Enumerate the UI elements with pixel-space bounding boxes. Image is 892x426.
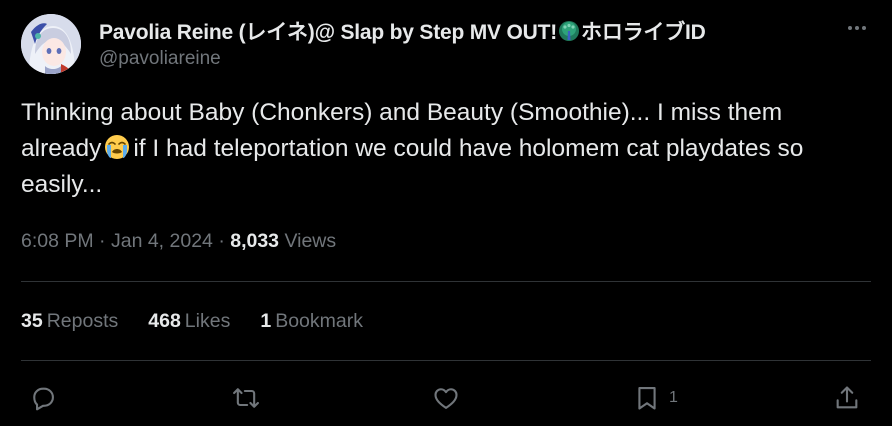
author-handle[interactable]: @pavoliareine [99, 48, 221, 70]
views-label: Views [284, 230, 337, 252]
author-display-name-suffix[interactable]: ホロライブID [581, 16, 706, 46]
repost-button[interactable] [231, 376, 261, 420]
tweet-meta: 6:08 PM · Jan 4, 2024 · 8,033 Views [21, 230, 336, 253]
reposts-label: Reposts [46, 310, 119, 332]
avatar[interactable] [21, 14, 81, 74]
bookmarks-count: 1 [260, 310, 272, 332]
heart-icon [434, 388, 458, 409]
like-button[interactable] [431, 376, 461, 420]
tweet-text: Thinking about Baby (Chonkers) and Beaut… [21, 95, 861, 203]
divider-bottom [21, 360, 871, 361]
likes-label: Likes [184, 310, 231, 332]
more-dots-icon [848, 26, 866, 30]
share-icon [836, 386, 858, 409]
more-options-button[interactable] [843, 16, 871, 40]
meta-separator: · [99, 230, 106, 252]
likes-count: 468 [148, 310, 181, 332]
repost-icon [233, 388, 259, 408]
author-name-row[interactable]: Pavolia Reine (レイネ)@ Slap by Step MV OUT… [99, 16, 706, 46]
views-count: 8,033 [230, 230, 280, 252]
peacock-icon [558, 20, 580, 42]
tweet-detail: Pavolia Reine (レイネ)@ Slap by Step MV OUT… [0, 0, 892, 426]
divider-top [21, 281, 871, 282]
reply-icon [33, 387, 54, 411]
loudly-crying-face-icon [104, 134, 130, 160]
action-bar: 1 [0, 376, 892, 420]
tweet-date[interactable]: Jan 4, 2024 [111, 230, 213, 252]
bookmarks-label: Bookmark [275, 310, 363, 332]
meta-separator-2: · [218, 230, 225, 252]
reposts-stat[interactable]: 35 Reposts [21, 310, 118, 333]
engagement-stats: 35 Reposts 468 Likes 1 Bookmark [21, 310, 393, 333]
tweet-time[interactable]: 6:08 PM [21, 230, 94, 252]
tweet-text-part2: if I had teleportation we could have hol… [21, 135, 804, 198]
bookmark-icon [638, 387, 656, 410]
reply-button[interactable] [29, 376, 57, 420]
bookmark-action-count: 1 [669, 389, 678, 406]
author-display-name[interactable]: Pavolia Reine (レイネ)@ Slap by Step MV OUT… [99, 16, 557, 46]
bookmark-button[interactable]: 1 [633, 376, 678, 420]
bookmarks-stat[interactable]: 1 Bookmark [260, 310, 363, 333]
likes-stat[interactable]: 468 Likes [148, 310, 230, 333]
share-button[interactable] [833, 376, 861, 420]
reposts-count: 35 [21, 310, 43, 332]
